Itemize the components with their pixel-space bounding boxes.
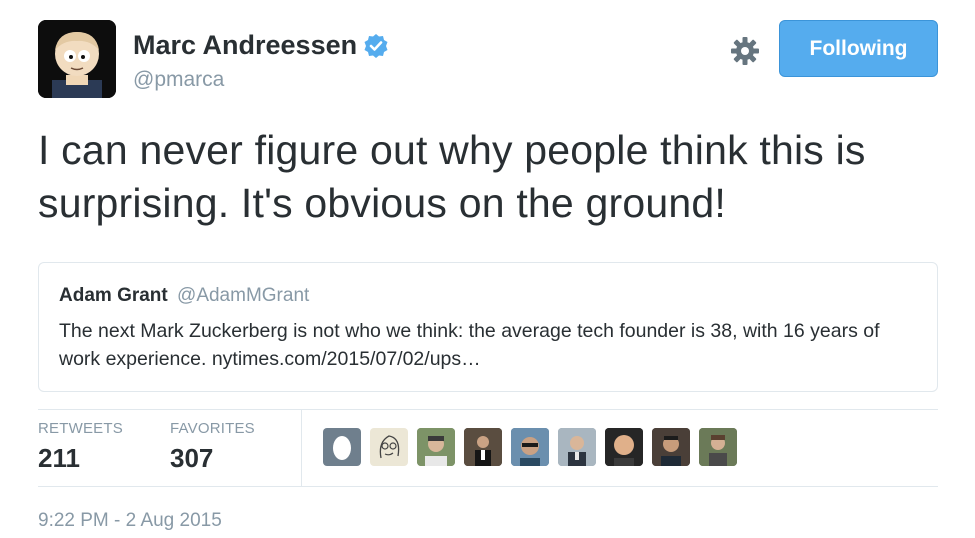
- quoted-tweet[interactable]: Adam Grant @AdamMGrant The next Mark Zuc…: [38, 262, 938, 392]
- photo-avatar[interactable]: [558, 428, 596, 466]
- person-photo-icon: [511, 428, 549, 466]
- favoriter-avatars: [323, 428, 746, 466]
- quoted-tweet-header: Adam Grant @AdamMGrant: [59, 285, 917, 307]
- following-button[interactable]: Following: [779, 20, 938, 77]
- default-egg-avatar[interactable]: [323, 428, 361, 466]
- favorites-count: 307: [170, 443, 214, 473]
- photo-avatar[interactable]: [652, 428, 690, 466]
- tweet-timestamp[interactable]: 9:22 PM - 2 Aug 2015: [38, 510, 222, 532]
- photo-avatar[interactable]: [605, 428, 643, 466]
- quoted-author-name: Adam Grant: [59, 285, 168, 306]
- retweets-stat[interactable]: RETWEETS 211: [38, 420, 123, 474]
- photo-avatar[interactable]: [464, 428, 502, 466]
- favorites-label: FAVORITES: [170, 420, 255, 437]
- cartoon-avatar-icon: [38, 20, 116, 98]
- photo-avatar[interactable]: [699, 428, 737, 466]
- egg-icon: [333, 436, 351, 460]
- person-photo-icon: [417, 428, 455, 466]
- author-name-row: Marc Andreessen: [133, 30, 389, 61]
- quoted-tweet-text: The next Mark Zuckerberg is not who we t…: [59, 320, 880, 370]
- verified-badge-icon: [364, 33, 388, 58]
- photo-avatar[interactable]: [511, 428, 549, 466]
- stats-divider-bottom: [38, 486, 938, 487]
- stats-divider-vertical: [301, 410, 302, 486]
- person-photo-icon: [558, 428, 596, 466]
- person-photo-icon: [605, 428, 643, 466]
- retweets-count: 211: [38, 443, 80, 473]
- quoted-author-handle: @AdamMGrant: [177, 285, 310, 306]
- favorites-stat[interactable]: FAVORITES 307: [170, 420, 255, 474]
- stats-divider-top: [38, 409, 938, 410]
- person-photo-icon: [464, 428, 502, 466]
- photo-avatar[interactable]: [417, 428, 455, 466]
- person-photo-icon: [652, 428, 690, 466]
- author-name[interactable]: Marc Andreessen: [133, 30, 357, 61]
- tweet-header: Marc Andreessen @pmarca Following: [38, 20, 938, 98]
- author-avatar[interactable]: [38, 20, 116, 98]
- tweet-text: I can never figure out why people think …: [38, 127, 866, 226]
- gear-icon[interactable]: [730, 36, 760, 66]
- sketch-face-icon: [379, 435, 400, 459]
- person-photo-icon: [699, 428, 737, 466]
- sketch-avatar[interactable]: [370, 428, 408, 466]
- retweets-label: RETWEETS: [38, 420, 123, 437]
- author-handle[interactable]: @pmarca: [133, 68, 224, 92]
